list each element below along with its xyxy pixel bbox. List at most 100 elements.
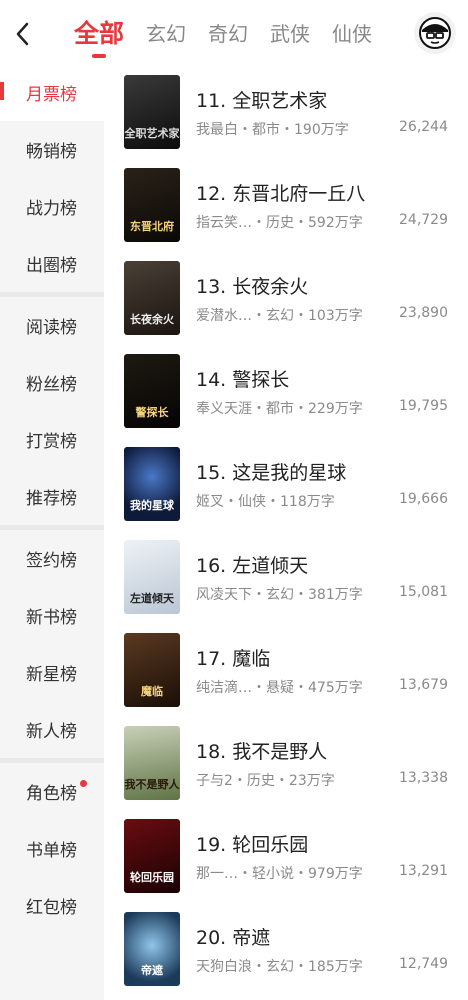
book-meta: 纯洁滴…・悬疑・475万字 — [196, 680, 363, 696]
book-title: 15. 这是我的星球 — [196, 462, 347, 484]
book-meta: 子与2・历史・23万字 — [196, 773, 335, 789]
book-cover: 东晋北府 — [124, 168, 180, 242]
book-row[interactable]: 我不是野人 18. 我不是野人 子与2・历史・23万字 13,338 — [104, 715, 468, 808]
sidebar-group: 月票榜 畅销榜 战力榜 出圈榜 — [0, 64, 104, 297]
sidebar-item-label: 新人榜 — [26, 722, 77, 742]
sidebar-item-label: 签约榜 — [26, 551, 77, 571]
book-row[interactable]: 我的星球 15. 这是我的星球 姬叉・仙侠・118万字 19,666 — [104, 436, 468, 529]
book-cover: 长夜余火 — [124, 261, 180, 335]
sidebar-item-label: 红包榜 — [26, 898, 77, 918]
sidebar-item-characters[interactable]: 角色榜 — [0, 763, 104, 820]
sidebar-group: 角色榜 书单榜 红包榜 — [0, 763, 104, 934]
sidebar-group: 阅读榜 粉丝榜 打赏榜 推荐榜 — [0, 297, 104, 530]
book-ranking-list: 全职艺术家 11. 全职艺术家 我最白・都市・190万字 26,244 东晋北府… — [104, 64, 468, 1000]
sidebar-item-label: 打赏榜 — [26, 432, 77, 452]
tab-all[interactable]: 全部 — [74, 0, 124, 64]
sidebar-item-breakout[interactable]: 出圈榜 — [0, 235, 104, 292]
ticket-count: 13,338 — [399, 770, 448, 786]
sidebar-item-monthly-ticket[interactable]: 月票榜 — [0, 64, 104, 121]
sidebar-item-label: 粉丝榜 — [26, 375, 77, 395]
sidebar-item-tips[interactable]: 打赏榜 — [0, 411, 104, 468]
sidebar-item-label: 出圈榜 — [26, 256, 77, 276]
book-title: 20. 帝遮 — [196, 927, 271, 949]
sidebar-item-new-books[interactable]: 新书榜 — [0, 587, 104, 644]
book-cover: 我的星球 — [124, 447, 180, 521]
tab-active-indicator — [92, 54, 106, 58]
cover-text: 我的星球 — [130, 499, 174, 512]
user-avatar-button[interactable] — [414, 12, 456, 54]
cover-text: 魔临 — [141, 685, 163, 698]
book-title: 11. 全职艺术家 — [196, 90, 328, 112]
tab-label: 仙侠 — [332, 21, 373, 46]
sidebar-item-label: 新星榜 — [26, 665, 77, 685]
book-row[interactable]: 警探长 14. 警探长 奉义天涯・都市・229万字 19,795 — [104, 343, 468, 436]
tab-qihuan[interactable]: 奇幻 — [208, 0, 248, 64]
book-title: 13. 长夜余火 — [196, 276, 309, 298]
sidebar-item-label: 月票榜 — [26, 85, 77, 105]
sidebar-item-power[interactable]: 战力榜 — [0, 178, 104, 235]
book-meta: 指云笑…・历史・592万字 — [196, 215, 363, 231]
book-meta: 爱潜水…・玄幻・103万字 — [196, 308, 363, 324]
book-title: 16. 左道倾天 — [196, 555, 309, 577]
sidebar-item-label: 畅销榜 — [26, 142, 77, 162]
sidebar-item-label: 战力榜 — [26, 199, 77, 219]
book-title: 14. 警探长 — [196, 369, 290, 391]
ranking-sidebar: 月票榜 畅销榜 战力榜 出圈榜 阅读榜 粉丝榜 打赏榜 推荐榜 签约榜 新书榜 … — [0, 64, 104, 1000]
ticket-count: 19,666 — [399, 491, 448, 507]
book-meta: 天狗白浪・玄幻・185万字 — [196, 959, 363, 975]
book-cover: 帝遮 — [124, 912, 180, 986]
sidebar-item-recommend[interactable]: 推荐榜 — [0, 468, 104, 525]
book-row[interactable]: 长夜余火 13. 长夜余火 爱潜水…・玄幻・103万字 23,890 — [104, 250, 468, 343]
sidebar-item-newcomers[interactable]: 新人榜 — [0, 701, 104, 758]
user-avatar-icon — [419, 17, 451, 49]
book-title: 12. 东晋北府一丘八 — [196, 183, 366, 205]
ticket-count: 23,890 — [399, 305, 448, 321]
book-cover: 我不是野人 — [124, 726, 180, 800]
ticket-count: 13,291 — [399, 863, 448, 879]
book-title: 17. 魔临 — [196, 648, 271, 670]
book-row[interactable]: 全职艺术家 11. 全职艺术家 我最白・都市・190万字 26,244 — [104, 64, 468, 157]
ticket-count: 24,729 — [399, 212, 448, 228]
ticket-count: 12,749 — [399, 956, 448, 972]
chevron-left-icon — [16, 22, 29, 46]
cover-text: 东晋北府 — [130, 220, 174, 233]
tab-label: 奇幻 — [208, 21, 249, 46]
tab-xuanhuan[interactable]: 玄幻 — [146, 0, 186, 64]
cover-text: 警探长 — [135, 406, 169, 419]
tab-xianxia[interactable]: 仙侠 — [332, 0, 372, 64]
sidebar-item-signed[interactable]: 签约榜 — [0, 530, 104, 587]
book-row[interactable]: 帝遮 20. 帝遮 天狗白浪・玄幻・185万字 12,749 — [104, 901, 468, 994]
sidebar-item-bestseller[interactable]: 畅销榜 — [0, 121, 104, 178]
book-meta: 那一…・轻小说・979万字 — [196, 866, 363, 882]
book-cover: 轮回乐园 — [124, 819, 180, 893]
cover-text: 轮回乐园 — [130, 871, 174, 884]
sidebar-item-fans[interactable]: 粉丝榜 — [0, 354, 104, 411]
back-button[interactable] — [8, 16, 36, 52]
notification-dot — [80, 780, 87, 787]
book-row[interactable]: 东晋北府 12. 东晋北府一丘八 指云笑…・历史・592万字 24,729 — [104, 157, 468, 250]
sidebar-item-label: 书单榜 — [26, 841, 77, 861]
book-meta: 奉义天涯・都市・229万字 — [196, 401, 363, 417]
cover-text: 左道倾天 — [130, 592, 174, 605]
ticket-count: 19,795 — [399, 398, 448, 414]
book-row[interactable]: 轮回乐园 19. 轮回乐园 那一…・轻小说・979万字 13,291 — [104, 808, 468, 901]
sidebar-item-red-packets[interactable]: 红包榜 — [0, 877, 104, 934]
sidebar-item-booklists[interactable]: 书单榜 — [0, 820, 104, 877]
book-meta: 姬叉・仙侠・118万字 — [196, 494, 335, 510]
tab-wuxia[interactable]: 武侠 — [270, 0, 310, 64]
cover-text: 全职艺术家 — [124, 127, 180, 140]
top-bar: 全部 玄幻 奇幻 武侠 仙侠 — [0, 0, 468, 64]
tab-label: 全部 — [74, 19, 125, 48]
book-title: 18. 我不是野人 — [196, 741, 328, 763]
book-row[interactable]: 左道倾天 16. 左道倾天 风凌天下・玄幻・381万字 15,081 — [104, 529, 468, 622]
book-cover: 全职艺术家 — [124, 75, 180, 149]
cover-text: 帝遮 — [141, 964, 163, 977]
sidebar-item-label: 新书榜 — [26, 608, 77, 628]
book-row[interactable]: 魔临 17. 魔临 纯洁滴…・悬疑・475万字 13,679 — [104, 622, 468, 715]
sidebar-item-label: 角色榜 — [26, 784, 77, 804]
category-tabs: 全部 玄幻 奇幻 武侠 仙侠 — [74, 0, 394, 64]
ticket-count: 13,679 — [399, 677, 448, 693]
sidebar-item-new-stars[interactable]: 新星榜 — [0, 644, 104, 701]
book-title: 19. 轮回乐园 — [196, 834, 309, 856]
sidebar-item-reading[interactable]: 阅读榜 — [0, 297, 104, 354]
